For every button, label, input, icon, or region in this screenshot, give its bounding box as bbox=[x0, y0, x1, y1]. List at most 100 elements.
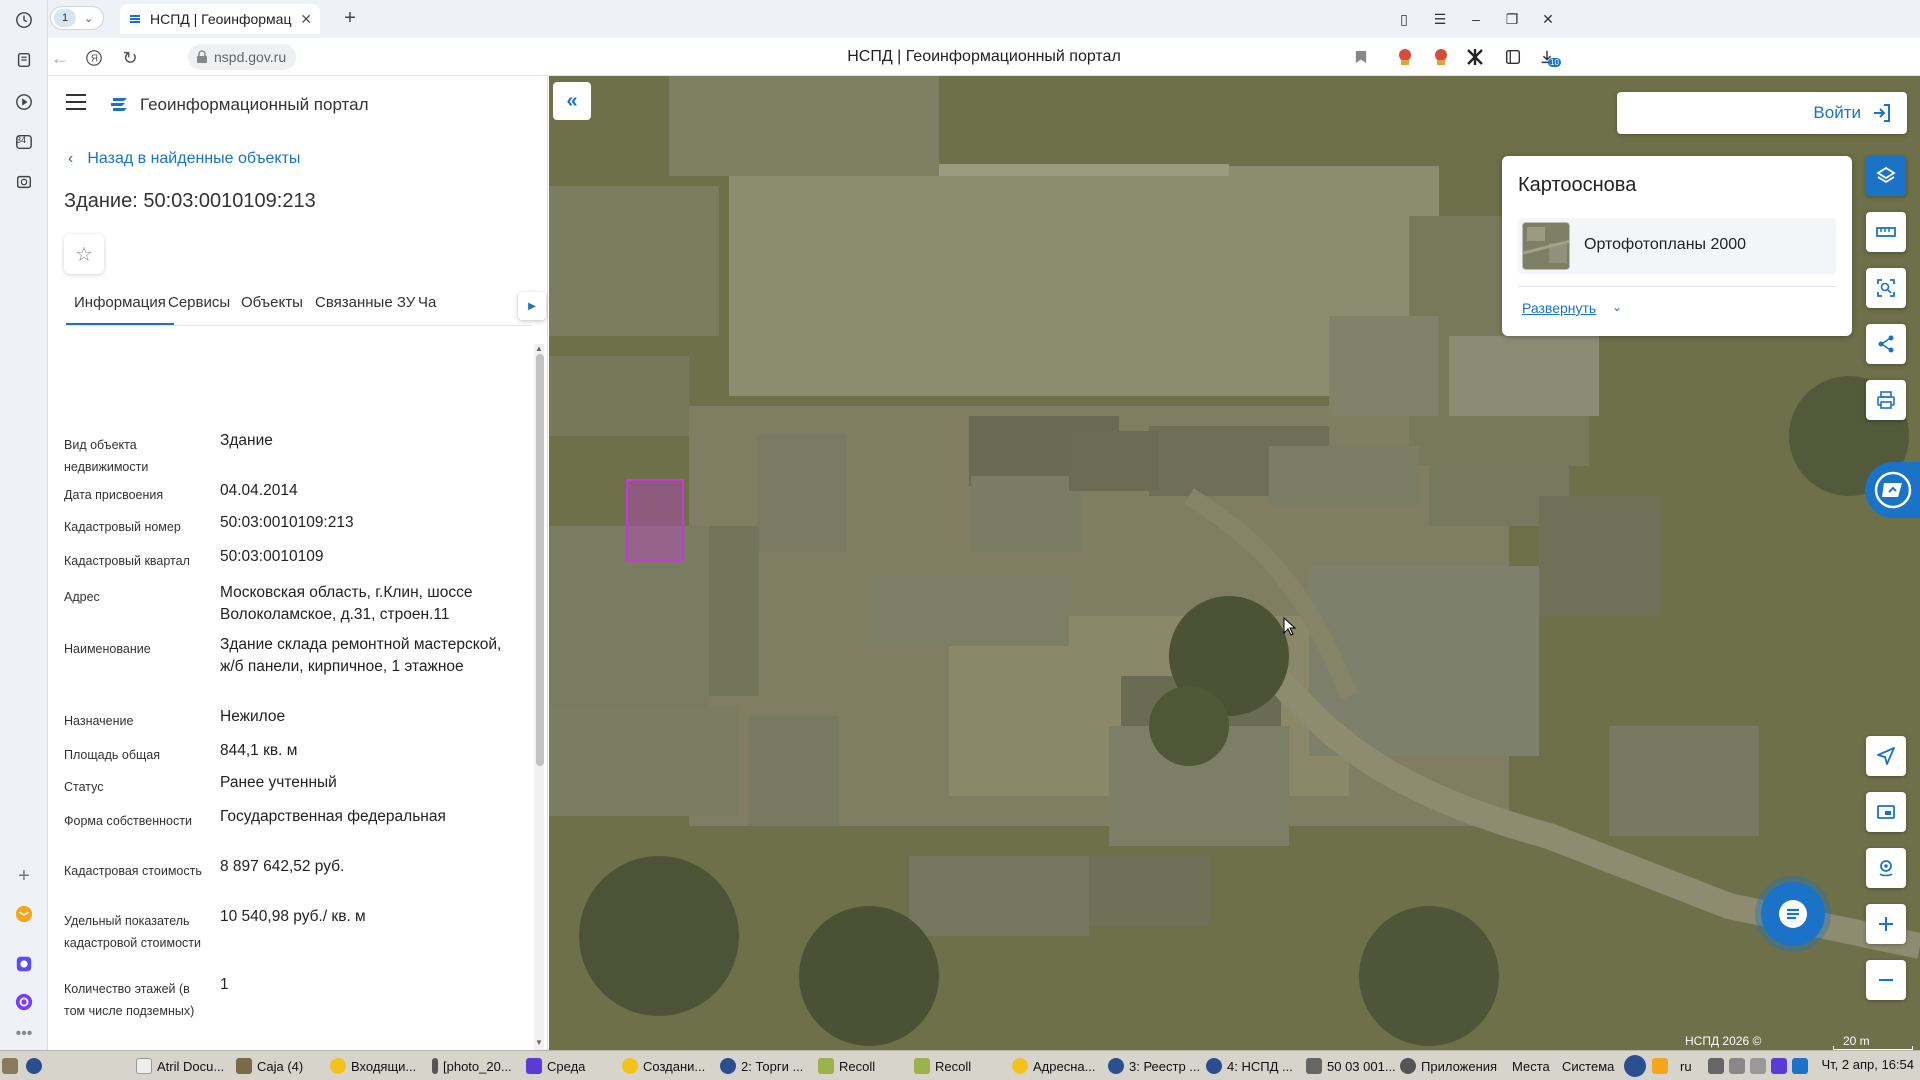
new-tab-button[interactable]: + bbox=[338, 6, 362, 30]
history-icon[interactable] bbox=[12, 8, 36, 32]
display-icon[interactable] bbox=[1708, 1058, 1724, 1074]
alice-app-icon[interactable] bbox=[12, 990, 36, 1014]
login-bar[interactable]: Войти bbox=[1617, 92, 1907, 134]
tab-counter[interactable]: 1 ⌄ bbox=[50, 6, 104, 30]
taskbar-item[interactable]: Среда bbox=[526, 1055, 585, 1077]
show-desktop-button[interactable] bbox=[2, 1055, 18, 1077]
sidebar-badge[interactable]: 34 bbox=[12, 130, 36, 154]
scroll-up-arrow-icon[interactable]: ▲ bbox=[535, 344, 543, 353]
taskbar-item[interactable]: 3: Реестр ... bbox=[1108, 1055, 1200, 1077]
bookmark-icon[interactable] bbox=[1350, 46, 1372, 68]
prop-label: Статус bbox=[64, 780, 104, 794]
tab-services[interactable]: Сервисы bbox=[160, 294, 238, 323]
info-tabs: Информация Сервисы Объекты Связанные ЗУ … bbox=[64, 286, 532, 326]
yandex-tray-icon[interactable] bbox=[1624, 1055, 1646, 1077]
selected-building-outline[interactable] bbox=[626, 479, 684, 561]
taskbar-item[interactable]: Atril Docu... bbox=[136, 1055, 224, 1077]
clipboard-icon[interactable] bbox=[1750, 1058, 1766, 1074]
taskbar-item[interactable]: Caja (4) bbox=[236, 1055, 303, 1077]
panel-scrollbar-thumb[interactable] bbox=[536, 354, 544, 766]
favorite-button[interactable]: ☆ bbox=[64, 234, 104, 274]
menu-icon[interactable]: ☰ bbox=[1429, 8, 1451, 30]
print-button[interactable] bbox=[1866, 380, 1906, 420]
back-to-results-link[interactable]: ‹ Назад в найденные объекты bbox=[68, 150, 300, 168]
layers-button[interactable] bbox=[1866, 156, 1906, 196]
tab-bar: 1 ⌄ НСПД | Геоинформаци ✕ + ▯ ☰ – ❐ ✕ bbox=[48, 0, 1920, 38]
basemap-option[interactable]: Ортофотопланы 2000 bbox=[1518, 218, 1836, 274]
locate-button[interactable] bbox=[1866, 736, 1906, 776]
extensions-icon[interactable] bbox=[1502, 46, 1524, 68]
places-menu[interactable]: Места bbox=[1512, 1055, 1550, 1077]
minimap-button[interactable] bbox=[1866, 792, 1906, 832]
area-search-button[interactable] bbox=[1866, 268, 1906, 308]
taskbar-item[interactable]: Входящи... bbox=[330, 1055, 416, 1077]
extension-3-icon[interactable] bbox=[1464, 46, 1486, 68]
lang-label: ru bbox=[1680, 1058, 1692, 1074]
mail-app-icon[interactable] bbox=[12, 902, 36, 926]
mouse-cursor-icon bbox=[1283, 617, 1297, 636]
prop-value: 04.04.2014 bbox=[220, 482, 298, 499]
taskbar-item-label: Caja (4) bbox=[257, 1058, 304, 1074]
tab-information[interactable]: Информация bbox=[66, 294, 174, 325]
taskbar-item-label: 3: Реестр ... bbox=[1129, 1058, 1201, 1074]
geo-search-button[interactable] bbox=[1866, 848, 1906, 888]
messenger-app-icon[interactable] bbox=[12, 952, 36, 976]
tray-app-2-icon[interactable] bbox=[1771, 1058, 1787, 1074]
close-window-icon[interactable]: ✕ bbox=[1537, 8, 1559, 30]
tab-title: НСПД | Геоинформаци bbox=[150, 11, 293, 27]
add-icon[interactable]: + bbox=[12, 864, 36, 888]
scroll-down-arrow-icon[interactable]: ▼ bbox=[535, 1038, 543, 1047]
taskbar-item[interactable]: Адресна... bbox=[1012, 1055, 1095, 1077]
taskbar-item-label: Recoll bbox=[935, 1058, 972, 1074]
measure-button[interactable] bbox=[1866, 212, 1906, 252]
applications-menu[interactable]: Приложения bbox=[1400, 1055, 1497, 1077]
plus-icon bbox=[1879, 917, 1893, 931]
map-view[interactable]: « Войти Картооснова Ортофотопланы 2000 Р… bbox=[549, 76, 1920, 1050]
taskbar-item[interactable]: Recoll bbox=[818, 1055, 875, 1077]
taskbar-item[interactable]: 2: Торги ... bbox=[720, 1055, 803, 1077]
network-icon[interactable] bbox=[1792, 1058, 1808, 1074]
extension-2-icon[interactable] bbox=[1430, 46, 1452, 68]
taskbar-item[interactable]: [photo_20... bbox=[432, 1055, 512, 1077]
taskbar-item[interactable]: 50 03 001... bbox=[1306, 1055, 1396, 1077]
taskbar-item[interactable]: Recoll bbox=[914, 1055, 971, 1077]
play-icon[interactable] bbox=[12, 90, 36, 114]
zoom-out-button[interactable] bbox=[1866, 960, 1906, 1000]
hamburger-menu-icon[interactable] bbox=[66, 94, 86, 110]
downloads-icon[interactable]: 10 bbox=[1536, 46, 1561, 68]
clock[interactable]: Чт, 2 апр, 16:54 bbox=[1822, 1057, 1915, 1072]
login-icon[interactable] bbox=[1871, 102, 1893, 124]
bookmarks-panel-icon[interactable]: ▯ bbox=[1393, 8, 1415, 30]
system-menu[interactable]: Система bbox=[1562, 1055, 1614, 1077]
prop-value: 844,1 кв. м bbox=[220, 742, 298, 759]
chevron-down-icon[interactable]: ⌄ bbox=[1612, 300, 1622, 314]
tabs-scroll-right-button[interactable]: ▶ bbox=[518, 292, 546, 320]
prop-value: Государственная федеральная bbox=[220, 808, 446, 825]
taskbar-item[interactable]: 4: НСПД ... bbox=[1206, 1055, 1293, 1077]
expand-link[interactable]: Развернуть bbox=[1522, 300, 1596, 316]
tray-icons bbox=[1708, 1055, 1808, 1077]
tab-related-land[interactable]: Связанные ЗУ bbox=[307, 294, 423, 323]
extension-1-icon[interactable] bbox=[1394, 46, 1416, 68]
login-button-label[interactable]: Войти bbox=[1813, 103, 1861, 123]
browser-tab[interactable]: НСПД | Геоинформаци ✕ bbox=[120, 4, 320, 34]
keyboard-layout[interactable]: ru bbox=[1680, 1055, 1692, 1077]
volume-icon[interactable] bbox=[1729, 1058, 1745, 1074]
tab-parts[interactable]: Ча bbox=[410, 294, 444, 323]
more-icon[interactable]: ••• bbox=[12, 1022, 36, 1046]
minimize-icon[interactable]: – bbox=[1465, 8, 1487, 30]
collections-icon[interactable] bbox=[12, 48, 36, 72]
taskbar-item[interactable]: Создани... bbox=[622, 1055, 705, 1077]
zoom-in-button[interactable] bbox=[1866, 904, 1906, 944]
chat-button[interactable] bbox=[1761, 882, 1825, 946]
share-button[interactable] bbox=[1866, 324, 1906, 364]
assistant-button[interactable] bbox=[1865, 462, 1920, 518]
restore-icon[interactable]: ❐ bbox=[1501, 8, 1523, 30]
tray-app-icon[interactable] bbox=[1652, 1055, 1668, 1077]
close-tab-icon[interactable]: ✕ bbox=[300, 11, 312, 28]
screenshot-icon[interactable] bbox=[12, 170, 36, 194]
collapse-panel-button[interactable]: « bbox=[553, 82, 591, 120]
portal-logo-icon bbox=[111, 98, 127, 111]
tab-objects[interactable]: Объекты bbox=[233, 294, 311, 323]
yandex-launcher-icon[interactable] bbox=[26, 1055, 42, 1077]
